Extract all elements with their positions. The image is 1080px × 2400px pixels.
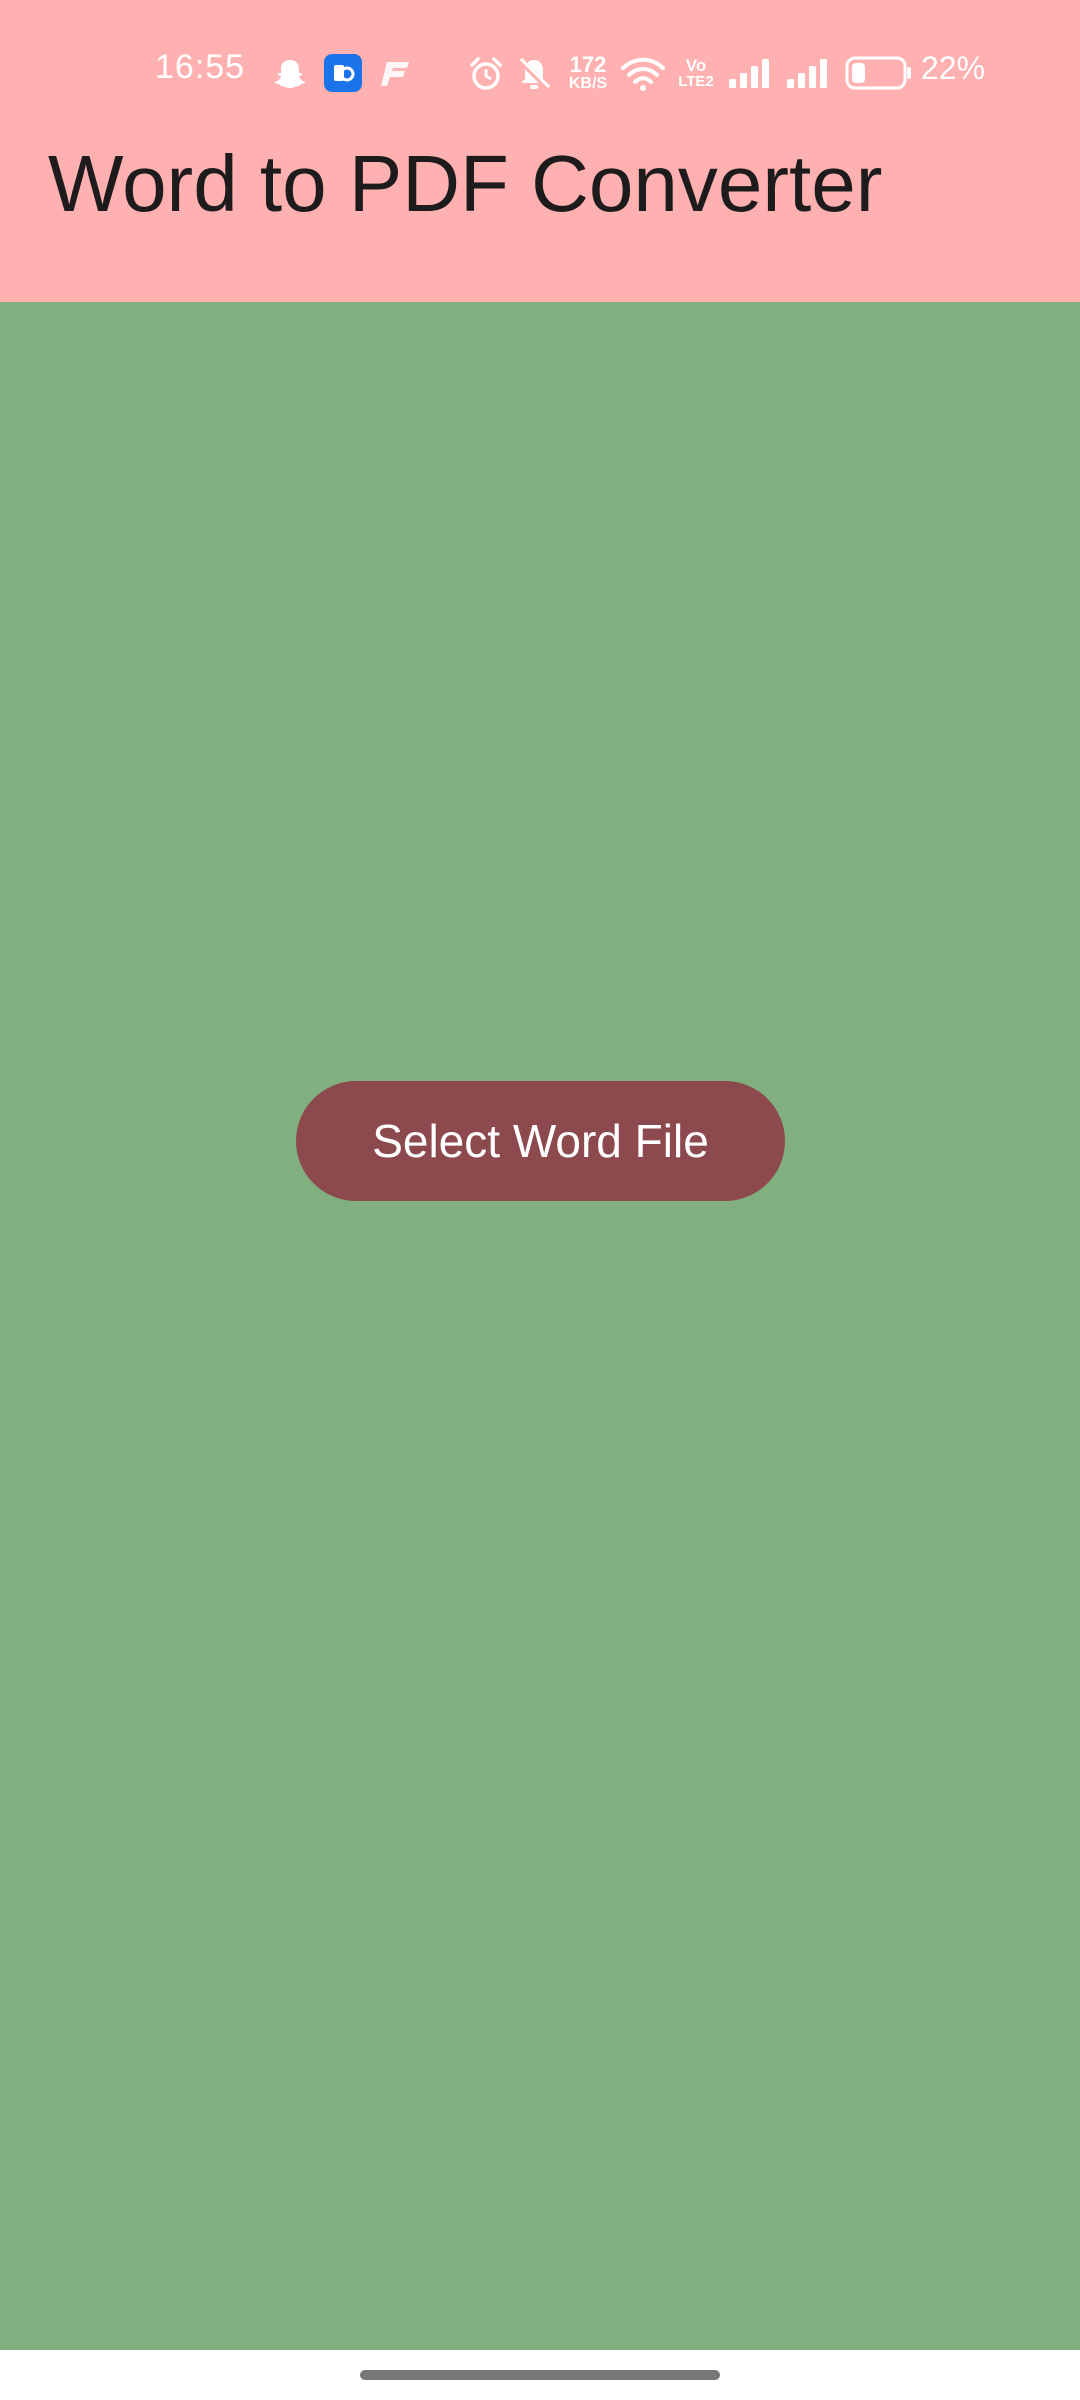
- battery-percent: 22%: [921, 50, 986, 86]
- wifi-icon: [620, 54, 666, 94]
- net-speed-unit: KB/S: [568, 75, 608, 92]
- header: 16:55 172 KB/S Vo LTE2 22% Word to PDF C…: [0, 0, 1080, 302]
- snapchat-icon: [270, 54, 310, 94]
- signal-icon-2: [784, 56, 832, 90]
- home-indicator[interactable]: [360, 2370, 720, 2380]
- battery-icon: [844, 54, 914, 92]
- app-badge-icon: [324, 54, 362, 92]
- volte-top: Vo: [685, 56, 707, 75]
- status-bar: 16:55 172 KB/S Vo LTE2 22%: [0, 38, 1080, 104]
- app-title: Word to PDF Converter: [48, 139, 883, 228]
- f-app-icon: [378, 56, 414, 90]
- alarm-icon: [466, 54, 506, 94]
- volte-bottom: LTE2: [678, 73, 714, 90]
- network-speed: 172 KB/S: [562, 50, 614, 96]
- screen: 16:55 172 KB/S Vo LTE2 22% Word to PDF C…: [0, 0, 1080, 2400]
- main-content: [0, 302, 1080, 2350]
- bell-off-icon: [514, 54, 554, 94]
- volte-indicator: Vo LTE2: [676, 52, 716, 94]
- navigation-bar: [0, 2350, 1080, 2400]
- signal-icon-1: [726, 56, 774, 90]
- select-word-file-button[interactable]: Select Word File: [296, 1081, 785, 1201]
- status-time: 16:55: [155, 48, 246, 86]
- net-speed-value: 172: [569, 52, 607, 77]
